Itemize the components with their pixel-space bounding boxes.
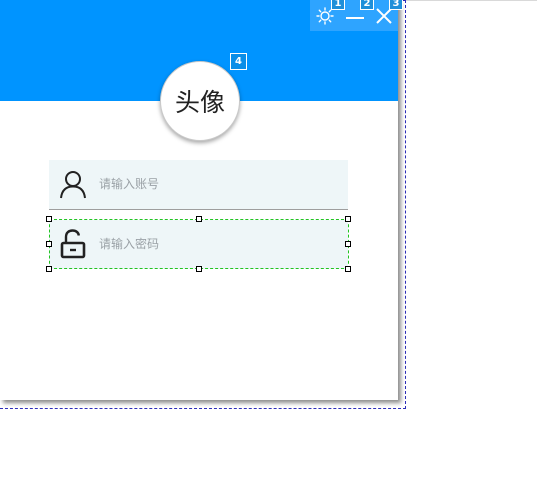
tab-order-badge-3: 3 (389, 0, 403, 10)
resize-handle-se[interactable] (345, 266, 351, 272)
tab-order-badge-1: 1 (331, 0, 345, 10)
resize-handle-s[interactable] (196, 266, 202, 272)
resize-handle-ne[interactable] (345, 216, 351, 222)
password-field (49, 220, 348, 269)
password-input[interactable] (99, 233, 329, 255)
resize-handle-e[interactable] (345, 241, 351, 247)
username-input[interactable] (99, 173, 329, 195)
unlock-icon (57, 228, 89, 260)
resize-handle-w[interactable] (46, 241, 52, 247)
canvas-edge-line (406, 0, 537, 1)
login-window: 1 2 3 4 头像 (0, 0, 403, 400)
user-icon (57, 168, 89, 200)
avatar[interactable]: 头像 (160, 61, 240, 141)
designer-canvas: 1 2 3 4 头像 (0, 0, 537, 482)
resize-handle-sw[interactable] (46, 266, 52, 272)
title-bar-controls: 1 2 3 (310, 0, 403, 31)
tab-order-badge-2: 2 (360, 0, 374, 10)
resize-handle-nw[interactable] (46, 216, 52, 222)
tab-order-badge-4: 4 (230, 53, 247, 70)
resize-handle-n[interactable] (196, 216, 202, 222)
username-field (49, 160, 348, 210)
